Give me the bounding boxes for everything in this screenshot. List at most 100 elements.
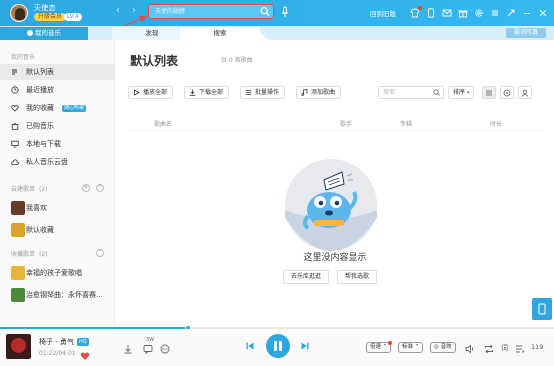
disc-icon	[503, 89, 511, 97]
more-icon[interactable]	[160, 344, 170, 354]
playlist-count: 119	[531, 343, 544, 351]
tab-search[interactable]: 搜索	[180, 27, 260, 40]
back-arrow-icon[interactable]: ‹	[116, 5, 120, 16]
gift-icon[interactable]	[458, 8, 468, 18]
previous-icon[interactable]	[245, 341, 255, 351]
collapse-icon[interactable]: ⌃	[96, 249, 104, 257]
artist-view-button[interactable]	[518, 86, 532, 99]
back-to-old-link[interactable]: 回到旧版	[370, 8, 396, 18]
pause-button[interactable]	[266, 334, 290, 358]
sidebar-item-label: 我的收藏	[26, 104, 54, 112]
album-cover[interactable]	[6, 334, 31, 359]
download-all-button[interactable]: 下载全部	[184, 86, 230, 99]
empty-state-illustration	[285, 159, 377, 251]
batch-operation-button[interactable]: 批量操作	[240, 86, 286, 99]
speed-label: 倍速	[370, 344, 382, 350]
next-icon[interactable]	[300, 341, 310, 351]
go-library-button[interactable]: 去乐库逛逛	[283, 270, 330, 284]
sort-dropdown[interactable]: 排序 ▾	[448, 86, 474, 99]
sort-label: 排序	[453, 89, 466, 96]
mobile-sync-button[interactable]	[532, 298, 552, 320]
column-header-artist[interactable]: 歌手	[340, 119, 352, 128]
tab-my-music[interactable]: 我的音乐	[0, 27, 88, 40]
sidebar-playlist-liked[interactable]: 我喜欢	[0, 198, 115, 218]
sidebar-item-badge[interactable]: 随心听歌	[62, 105, 87, 112]
quality-tag: HQ	[76, 338, 89, 346]
download-icon[interactable]	[123, 344, 133, 354]
sidebar-item-default-list[interactable]: 默认列表	[0, 64, 115, 80]
avatar[interactable]	[10, 4, 28, 22]
close-icon[interactable]	[538, 8, 548, 18]
search-icon[interactable]	[433, 89, 440, 96]
user-name[interactable]: 天使恋	[34, 3, 56, 13]
tshirt-icon[interactable]	[410, 6, 422, 18]
column-header-song[interactable]: 歌曲名	[154, 119, 172, 128]
forward-arrow-icon[interactable]: ›	[132, 5, 136, 16]
sidebar-playlist-default-fav[interactable]: 默认收藏	[0, 220, 115, 240]
mail-icon[interactable]	[442, 8, 452, 18]
level-badge: LV.4	[64, 13, 82, 21]
column-header-album[interactable]: 专辑	[400, 119, 412, 128]
search-input[interactable]	[149, 5, 259, 18]
sidebar-item-cloud[interactable]: 私人音乐云盘	[0, 154, 115, 170]
playlist-cover	[11, 288, 25, 302]
heart-icon[interactable]	[80, 351, 90, 361]
play-icon	[134, 89, 140, 96]
mobile-icon[interactable]	[426, 8, 436, 18]
menu-icon[interactable]	[490, 8, 500, 18]
mobile-icon	[538, 303, 546, 315]
sidebar-item-label: 私人音乐云盘	[26, 158, 68, 166]
monitor-icon	[11, 140, 19, 148]
collapse-icon[interactable]: ⌃	[96, 184, 104, 192]
mic-icon[interactable]	[281, 6, 289, 18]
user-icon	[521, 89, 529, 97]
sidebar-item-favorites[interactable]: 我的收藏 随心听歌	[0, 100, 115, 116]
column-header-duration[interactable]: 时长	[490, 119, 502, 128]
add-song-label: 添加歌曲	[311, 89, 336, 96]
sidebar: 我的音乐 默认列表 最近播放 我的收藏 随心听歌 已购音乐 本地与下载 私人音乐…	[0, 40, 115, 326]
minimize-icon[interactable]	[522, 8, 532, 18]
cloud-icon	[11, 158, 19, 166]
sound-effect-button[interactable]: ◎ 音效	[430, 342, 456, 353]
song-title[interactable]: 椅子 - 勇气	[39, 338, 74, 346]
top-bar: 天使恋 升级会员 LV.4 ‹ › 回到旧版	[0, 0, 554, 26]
sidebar-item-purchased[interactable]: 已购音乐	[0, 118, 115, 134]
gear-icon[interactable]	[474, 8, 484, 18]
list-search-input[interactable]	[379, 87, 433, 98]
lyrics-button[interactable]: 词	[501, 343, 508, 353]
lyrics-poster-button[interactable]: 歌词写真	[506, 28, 546, 38]
mini-mode-icon[interactable]	[506, 8, 516, 18]
sidebar-playlist-happy-kids[interactable]: 幸福的孩子爱歌唱	[0, 263, 115, 283]
now-playing[interactable]: 椅子 - 勇气 HQ	[39, 337, 89, 347]
collected-count: (2)	[39, 251, 48, 258]
notification-dot	[388, 341, 393, 345]
vip-badge[interactable]: 升级会员	[34, 13, 67, 21]
list-view-button[interactable]	[482, 86, 496, 99]
download-all-label: 下载全部	[199, 89, 224, 96]
quality-button[interactable]: 标准 ⌃	[398, 342, 424, 353]
playlist-icon[interactable]	[515, 344, 525, 354]
song-count: 共 0 首歌曲	[221, 57, 253, 64]
sidebar-section-collected: 收藏歌单 (2)	[11, 249, 48, 258]
bag-icon	[11, 122, 19, 130]
search-icon[interactable]	[260, 6, 270, 17]
sound-effect-label: 音效	[440, 344, 452, 350]
comment-icon[interactable]	[143, 344, 153, 354]
list-search-box[interactable]	[378, 86, 444, 99]
tab-bar: 我的音乐 发现 搜索 歌词写真	[0, 26, 554, 40]
add-song-button[interactable]: 添加歌曲	[296, 86, 342, 99]
sidebar-item-local[interactable]: 本地与下载	[0, 136, 115, 152]
sidebar-playlist-piano[interactable]: 治愈钢琴曲：永怀喜赛…	[0, 285, 115, 305]
help-pick-button[interactable]: 帮我选歌	[337, 270, 378, 284]
volume-icon[interactable]	[465, 344, 475, 354]
play-all-button[interactable]: 播放全部	[128, 86, 174, 99]
speed-button[interactable]: 倍速 ⌃	[366, 341, 393, 353]
add-playlist-icon[interactable]: +	[82, 184, 90, 192]
window-controls: 回到旧版	[370, 6, 548, 19]
sidebar-item-recent[interactable]: 最近播放	[0, 82, 115, 98]
search-box[interactable]	[148, 4, 274, 19]
sidebar-item-label: 默认收藏	[26, 226, 54, 234]
loop-icon[interactable]	[484, 344, 494, 354]
cover-view-button[interactable]	[500, 86, 514, 99]
sidebar-section-my: 我的音乐	[11, 54, 36, 61]
